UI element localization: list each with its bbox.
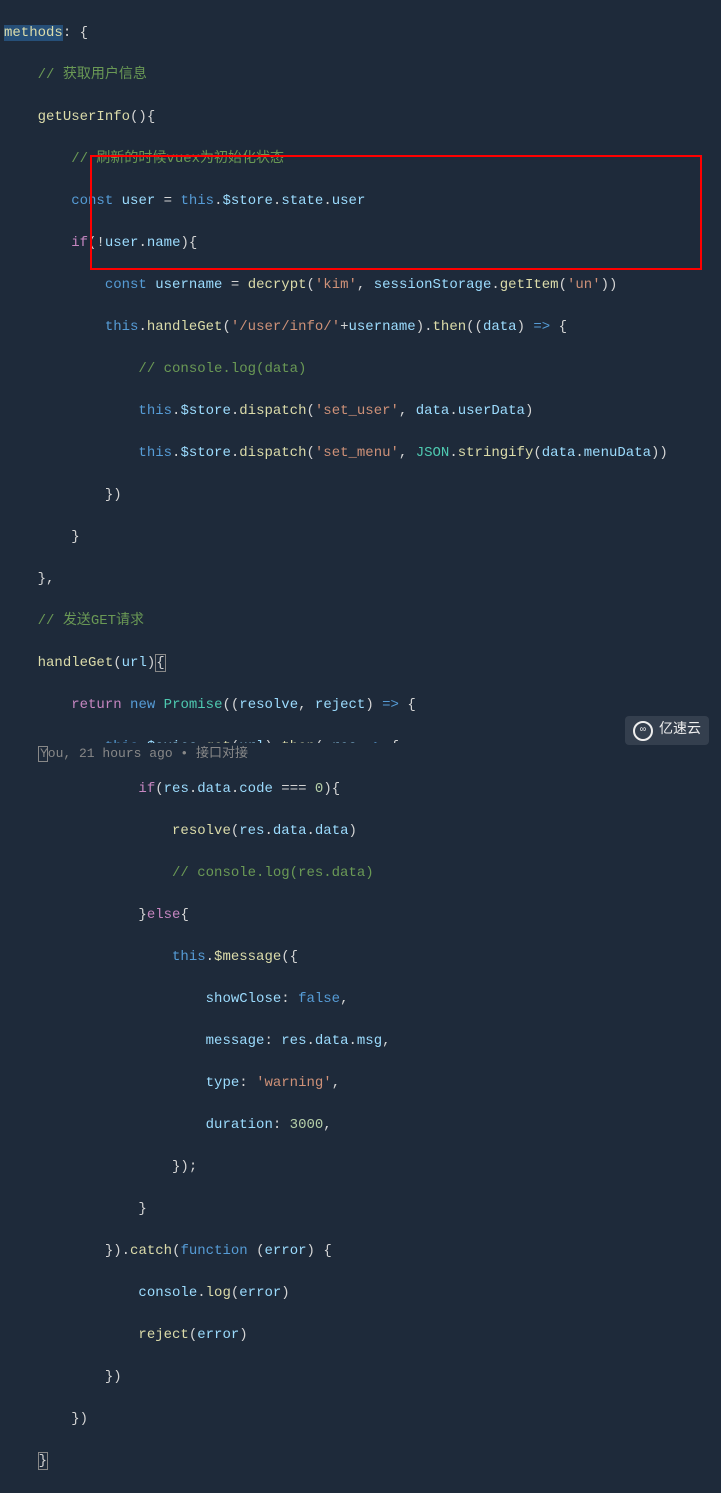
code-line[interactable]: } xyxy=(4,1451,721,1472)
code-line[interactable]: }) xyxy=(4,1409,721,1430)
code-line[interactable]: }) xyxy=(4,485,721,506)
code-line[interactable]: getUserInfo(){ xyxy=(4,107,721,128)
cursor-indicator xyxy=(38,746,48,762)
status-bar: You, 21 hours ago • 接口对接 xyxy=(0,743,721,765)
code-line[interactable]: this.$store.dispatch('set_menu', JSON.st… xyxy=(4,443,721,464)
code-line[interactable]: message: res.data.msg, xyxy=(4,1031,721,1052)
code-line[interactable]: if(!user.name){ xyxy=(4,233,721,254)
code-line[interactable]: if(res.data.code === 0){ xyxy=(4,779,721,800)
code-line[interactable]: this.$store.dispatch('set_user', data.us… xyxy=(4,401,721,422)
code-line[interactable]: console.log(error) xyxy=(4,1283,721,1304)
code-line[interactable]: }); xyxy=(4,1157,721,1178)
git-blame-text: You, 21 hours ago • 接口对接 xyxy=(40,744,248,764)
code-line[interactable]: resolve(res.data.data) xyxy=(4,821,721,842)
code-line[interactable]: duration: 3000, xyxy=(4,1115,721,1136)
code-line[interactable]: // console.log(data) xyxy=(4,359,721,380)
code-line[interactable]: }) xyxy=(4,1367,721,1388)
code-line[interactable]: type: 'warning', xyxy=(4,1073,721,1094)
code-line[interactable]: }, xyxy=(4,569,721,590)
code-line[interactable]: // 获取用户信息 xyxy=(4,65,721,86)
code-line[interactable]: // console.log(res.data) xyxy=(4,863,721,884)
code-line[interactable]: }else{ xyxy=(4,905,721,926)
watermark: ∞ 亿速云 xyxy=(625,716,709,745)
watermark-text: 亿速云 xyxy=(659,720,701,741)
code-line[interactable]: this.$message({ xyxy=(4,947,721,968)
code-line[interactable]: this.handleGet('/user/info/'+username).t… xyxy=(4,317,721,338)
code-line[interactable]: }).catch(function (error) { xyxy=(4,1241,721,1262)
code-line[interactable]: return new Promise((resolve, reject) => … xyxy=(4,695,721,716)
cloud-icon: ∞ xyxy=(633,721,653,741)
code-line[interactable]: const username = decrypt('kim', sessionS… xyxy=(4,275,721,296)
code-line[interactable]: handleGet(url){ xyxy=(4,653,721,674)
code-line[interactable]: reject(error) xyxy=(4,1325,721,1346)
code-line[interactable]: showClose: false, xyxy=(4,989,721,1010)
code-line[interactable]: } xyxy=(4,1199,721,1220)
code-line[interactable]: } xyxy=(4,527,721,548)
code-line[interactable]: // 刷新的时候vuex为初始化状态 xyxy=(4,149,721,170)
code-line[interactable]: // 发送GET请求 xyxy=(4,611,721,632)
code-line[interactable]: methods: { xyxy=(4,23,721,44)
code-line[interactable]: const user = this.$store.state.user xyxy=(4,191,721,212)
